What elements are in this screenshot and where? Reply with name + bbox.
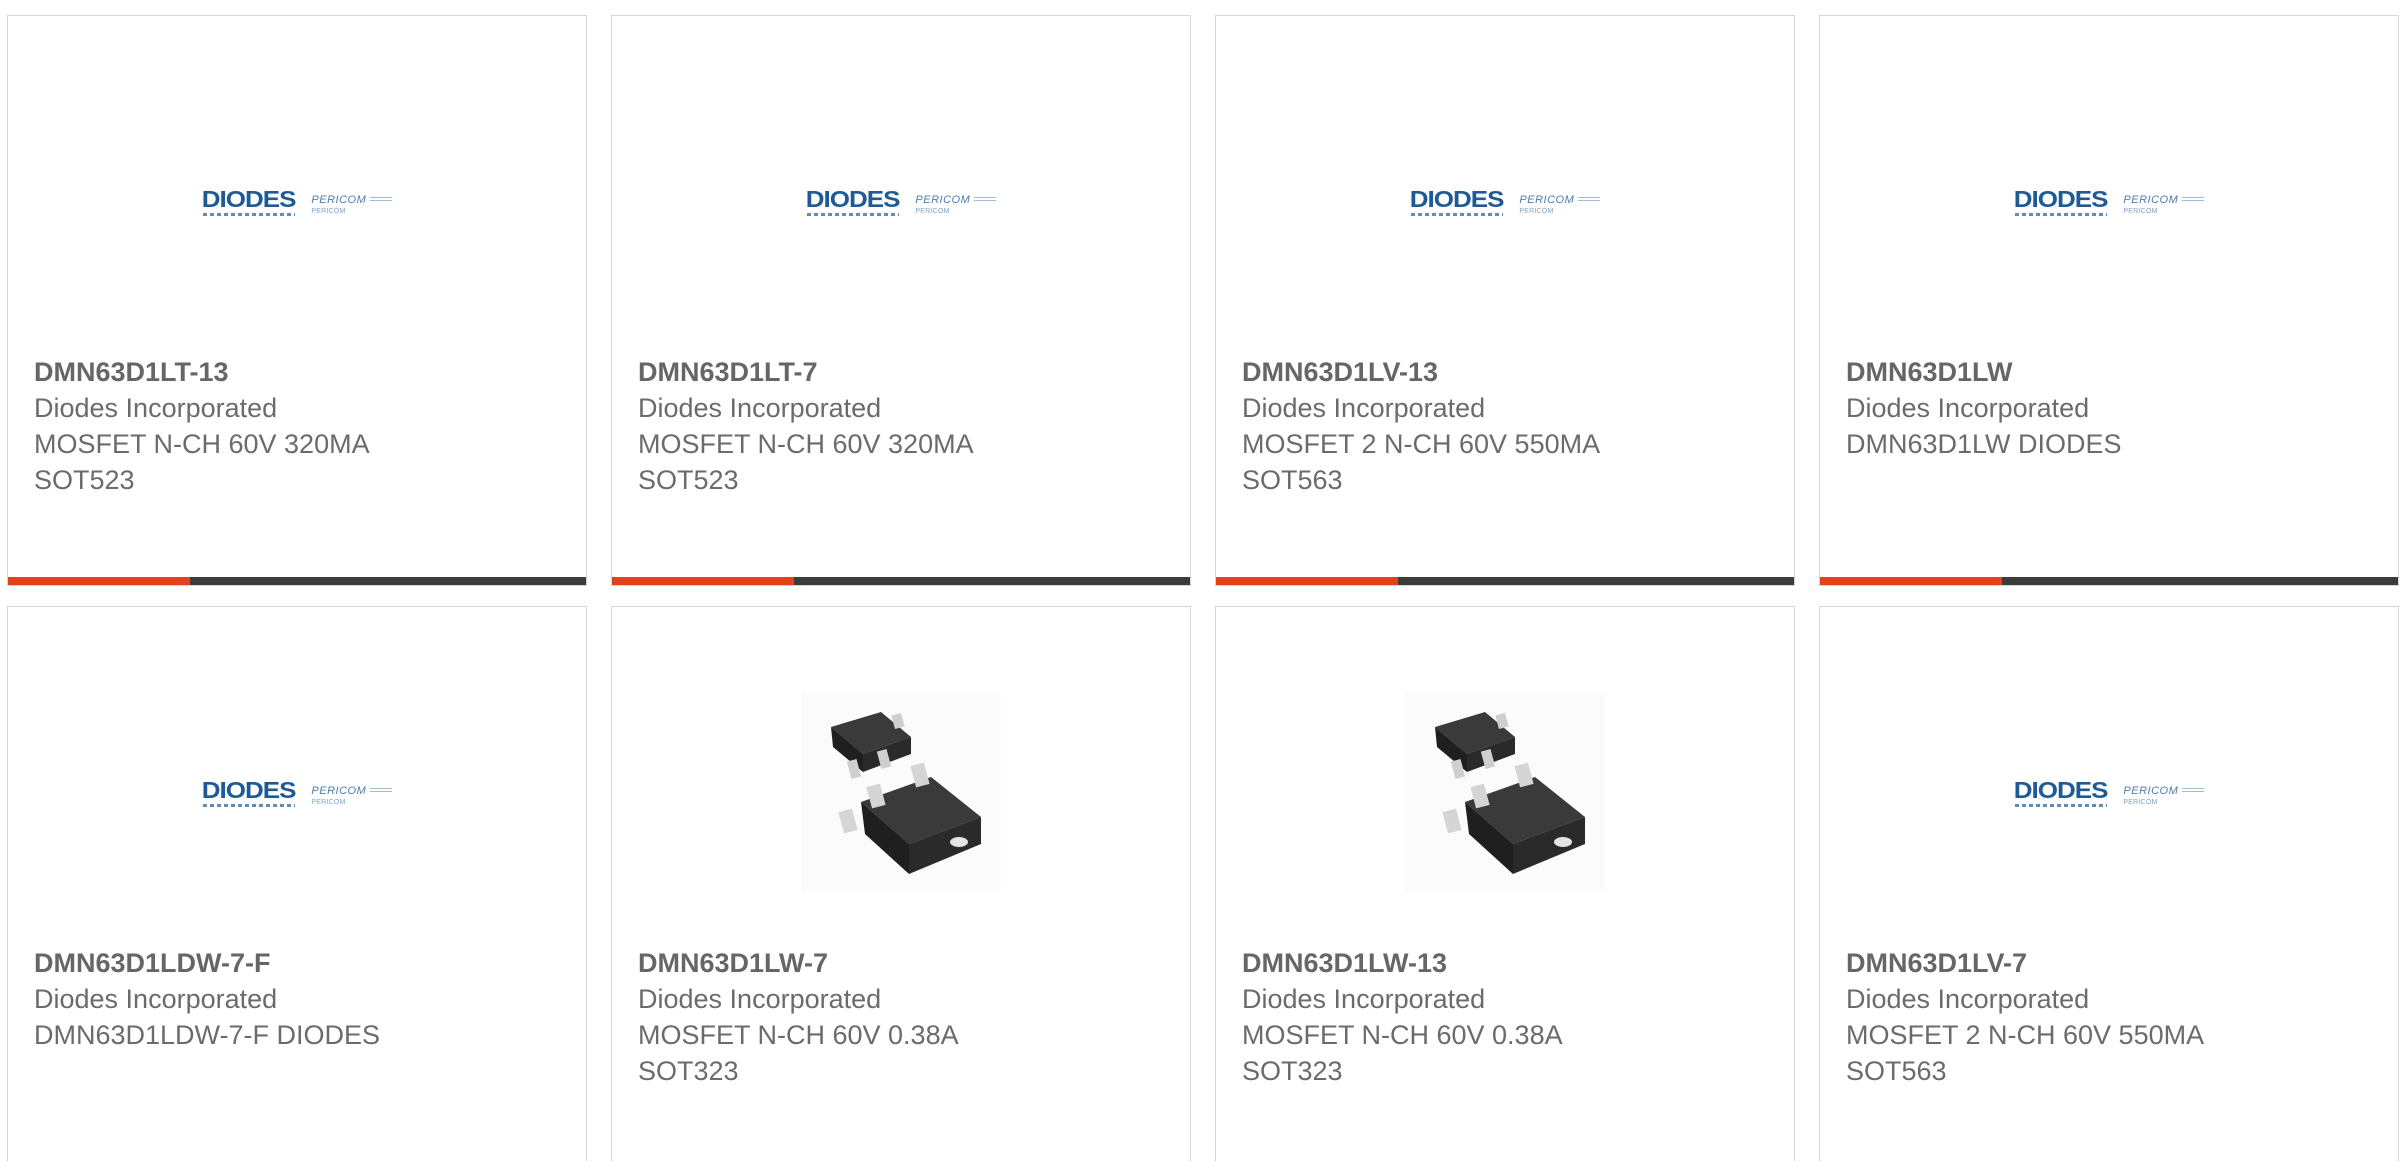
manufacturer: Diodes Incorporated [1846,393,2090,423]
product-image[interactable]: DIODES PERICOM PERICOM [8,647,586,937]
diodes-pericom-logo: DIODES PERICOM PERICOM [2014,187,2205,216]
part-number[interactable]: DMN63D1LDW-7-F [34,945,566,981]
product-card[interactable]: DIODES PERICOM PERICOM DMN63D1LT-13 Diod… [7,15,587,586]
manufacturer: Diodes Incorporated [638,393,882,423]
product-card[interactable]: DIODES PERICOM PERICOM DMN63D1LV-13 Diod… [1215,15,1795,586]
card-bottom-bar [8,577,586,585]
product-info: DMN63D1LW Diodes Incorporated DMN63D1LW … [1846,354,2378,462]
sot323-package-icon [1405,692,1605,892]
description: DMN63D1LW DIODES [1846,429,2122,459]
card-accent [612,577,794,585]
manufacturer: Diodes Incorporated [1846,984,2090,1014]
product-image[interactable] [1216,647,1794,937]
description: MOSFET N-CH 60V 0.38A [638,1020,959,1050]
card-accent [1820,577,2002,585]
manufacturer: Diodes Incorporated [34,984,278,1014]
product-card[interactable]: DIODES PERICOM PERICOM DMN63D1LW Diodes … [1819,15,2399,586]
pericom-logo-text: PERICOM [1519,193,1575,206]
package: SOT523 [34,465,135,495]
package: SOT323 [638,1056,739,1086]
product-card[interactable]: DMN63D1LW-7 Diodes Incorporated MOSFET N… [611,606,1191,1161]
diodes-pericom-logo: DIODES PERICOM PERICOM [2014,778,2205,807]
product-info: DMN63D1LDW-7-F Diodes Incorporated DMN63… [34,945,566,1053]
product-info: DMN63D1LW-13 Diodes Incorporated MOSFET … [1242,945,1774,1089]
card-bottom-bar [1820,577,2398,585]
package: SOT563 [1242,465,1343,495]
card-bottom-bar [612,577,1190,585]
part-number[interactable]: DMN63D1LT-13 [34,354,566,390]
card-bottom-bar [1216,577,1794,585]
manufacturer: Diodes Incorporated [1242,984,1486,1014]
part-number[interactable]: DMN63D1LV-7 [1846,945,2378,981]
manufacturer: Diodes Incorporated [638,984,882,1014]
product-card[interactable]: DIODES PERICOM PERICOM DMN63D1LV-7 Diode… [1819,606,2399,1161]
part-number[interactable]: DMN63D1LW-7 [638,945,1170,981]
diodes-pericom-logo: DIODES PERICOM PERICOM [1410,187,1601,216]
description: MOSFET N-CH 60V 320MA [34,429,370,459]
product-grid: DIODES PERICOM PERICOM DMN63D1LT-13 Diod… [0,0,2400,1161]
pericom-logo-text: PERICOM [915,193,971,206]
part-number[interactable]: DMN63D1LW [1846,354,2378,390]
pericom-logo-text: PERICOM [311,193,367,206]
diodes-logo-text: DIODES [201,776,297,803]
diodes-logo-text: DIODES [805,185,901,212]
diodes-logo-text: DIODES [1409,185,1505,212]
part-number[interactable]: DMN63D1LT-7 [638,354,1170,390]
card-accent [8,577,190,585]
diodes-logo-text: DIODES [201,185,297,212]
manufacturer: Diodes Incorporated [1242,393,1486,423]
product-info: DMN63D1LT-7 Diodes Incorporated MOSFET N… [638,354,1170,498]
package: SOT323 [1242,1056,1343,1086]
description: MOSFET N-CH 60V 0.38A [1242,1020,1563,1050]
package: SOT523 [638,465,739,495]
part-number[interactable]: DMN63D1LV-13 [1242,354,1774,390]
description: MOSFET 2 N-CH 60V 550MA [1846,1020,2205,1050]
manufacturer: Diodes Incorporated [34,393,278,423]
product-info: DMN63D1LV-13 Diodes Incorporated MOSFET … [1242,354,1774,498]
description: MOSFET N-CH 60V 320MA [638,429,974,459]
diodes-pericom-logo: DIODES PERICOM PERICOM [202,187,393,216]
product-card[interactable]: DIODES PERICOM PERICOM DMN63D1LT-7 Diode… [611,15,1191,586]
diodes-pericom-logo: DIODES PERICOM PERICOM [806,187,997,216]
sot323-package-icon [801,692,1001,892]
description: DMN63D1LDW-7-F DIODES [34,1020,381,1050]
part-number[interactable]: DMN63D1LW-13 [1242,945,1774,981]
product-image[interactable]: DIODES PERICOM PERICOM [1216,56,1794,346]
card-accent [1216,577,1398,585]
diodes-pericom-logo: DIODES PERICOM PERICOM [202,778,393,807]
product-card[interactable]: DIODES PERICOM PERICOM DMN63D1LDW-7-F Di… [7,606,587,1161]
description: MOSFET 2 N-CH 60V 550MA [1242,429,1601,459]
product-image[interactable]: DIODES PERICOM PERICOM [612,56,1190,346]
product-info: DMN63D1LW-7 Diodes Incorporated MOSFET N… [638,945,1170,1089]
package: SOT563 [1846,1056,1947,1086]
product-image[interactable]: DIODES PERICOM PERICOM [1820,647,2398,937]
product-info: DMN63D1LV-7 Diodes Incorporated MOSFET 2… [1846,945,2378,1089]
pericom-logo-text: PERICOM [2123,784,2179,797]
pericom-logo-text: PERICOM [311,784,367,797]
product-image[interactable] [612,647,1190,937]
product-card[interactable]: DMN63D1LW-13 Diodes Incorporated MOSFET … [1215,606,1795,1161]
product-image[interactable]: DIODES PERICOM PERICOM [1820,56,2398,346]
diodes-logo-text: DIODES [2013,185,2109,212]
diodes-logo-text: DIODES [2013,776,2109,803]
product-info: DMN63D1LT-13 Diodes Incorporated MOSFET … [34,354,566,498]
pericom-logo-text: PERICOM [2123,193,2179,206]
product-image[interactable]: DIODES PERICOM PERICOM [8,56,586,346]
